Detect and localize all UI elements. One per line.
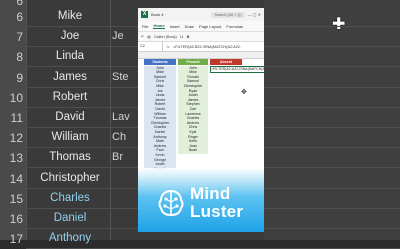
table-header[interactable]: Absent	[210, 59, 242, 65]
search-box[interactable]: Search (Alt + Q)	[211, 11, 245, 18]
row-number: 6	[16, 10, 23, 24]
logo-text-mind: Mind	[190, 184, 231, 203]
move-cursor-icon: ✥	[241, 89, 247, 96]
title-bar: X Book 4 · Search (Alt + Q) — ▢ ✕	[138, 8, 264, 21]
background-name-cell: Anthony	[48, 232, 92, 245]
brain-logo-icon	[158, 189, 184, 217]
row-number: 7	[16, 30, 23, 45]
excel-logo-icon: X	[141, 11, 148, 18]
sheet-grid: Students Present Absent John Mike Samuel Chris…	[138, 59, 264, 173]
tab-file[interactable]: File	[142, 24, 148, 29]
background-name-cell: Daniel	[53, 212, 87, 224]
grid-line	[26, 0, 27, 240]
background-name-cell: David	[55, 111, 85, 123]
row-number: 15	[9, 191, 23, 206]
tab-draw[interactable]: Draw	[185, 24, 194, 29]
paste-icon[interactable]: ▤	[147, 34, 151, 39]
toolbar: ↶ ▤ Calibri (Body) 11 B	[138, 32, 264, 42]
background-col2-cell: Je	[112, 30, 124, 43]
undo-icon[interactable]: ↶	[141, 34, 144, 39]
background-col2-cell: Ch	[112, 131, 127, 144]
table-header[interactable]: Present	[178, 59, 208, 65]
formula-input[interactable]: =FILTER(A2:B22,ISNA(MATCH(A2:A22,	[173, 45, 241, 49]
row-number: 12	[9, 131, 23, 146]
row-number: 9	[16, 70, 23, 85]
background-name-cell: Robert	[52, 90, 88, 103]
grid-line	[110, 0, 111, 240]
font-name[interactable]: Calibri (Body)	[154, 35, 177, 39]
background-name-cell: Christopher	[40, 171, 100, 184]
ribbon-tabs: File Home Insert Draw Page Layout Formulas	[138, 21, 264, 32]
row-number: 10	[9, 90, 23, 105]
plus-cursor-icon: ✚	[332, 16, 346, 33]
background-name-cell: Joe	[60, 30, 80, 43]
background-name-cell: James	[53, 70, 87, 83]
tab-insert[interactable]: Insert	[170, 24, 180, 29]
background-name-cell: Mike	[57, 10, 83, 22]
row-number: 16	[9, 212, 23, 226]
row-number: 17	[9, 232, 23, 247]
name-box[interactable]: C2	[138, 42, 163, 51]
background-col2-cell: Ste	[112, 70, 129, 83]
background-name-cell: Linda	[55, 50, 85, 63]
bold-button[interactable]: B	[187, 35, 190, 39]
font-size[interactable]: 11	[180, 35, 184, 39]
row-number: 8	[16, 50, 23, 65]
window-controls-icon[interactable]: — ▢ ✕	[248, 12, 261, 17]
background-name-cell: Thomas	[49, 151, 91, 164]
row-number: 11	[10, 111, 23, 125]
background-right-area	[264, 0, 400, 240]
present-cell[interactable]: Noah	[178, 148, 208, 154]
file-name: Book 4 ·	[151, 12, 166, 17]
column-headers	[138, 52, 264, 59]
formula-bar: C2 fx =FILTER(A2:B22,ISNA(MATCH(A2:A22,	[138, 42, 264, 52]
tab-page-layout[interactable]: Page Layout	[199, 24, 221, 29]
fx-icon[interactable]: fx	[163, 45, 173, 49]
background-col2-cell: Br	[112, 151, 123, 164]
absent-formula-cell[interactable]: =FILTER(A2:A22,ISNA(MATCH(A2:A22,	[210, 65, 264, 74]
background-name-cell: Charles	[50, 191, 90, 204]
row-number: 14	[9, 171, 23, 186]
row-number: 13	[9, 151, 23, 166]
tab-formulas[interactable]: Formulas	[226, 24, 243, 29]
background-name-cell: William	[51, 131, 89, 144]
tab-home[interactable]: Home	[153, 23, 165, 29]
logo-text-luster: Luster	[190, 202, 244, 221]
background-col2-cell: Lav	[112, 111, 130, 123]
row-number: 6	[16, 0, 23, 8]
table-header[interactable]: Students	[144, 59, 176, 65]
